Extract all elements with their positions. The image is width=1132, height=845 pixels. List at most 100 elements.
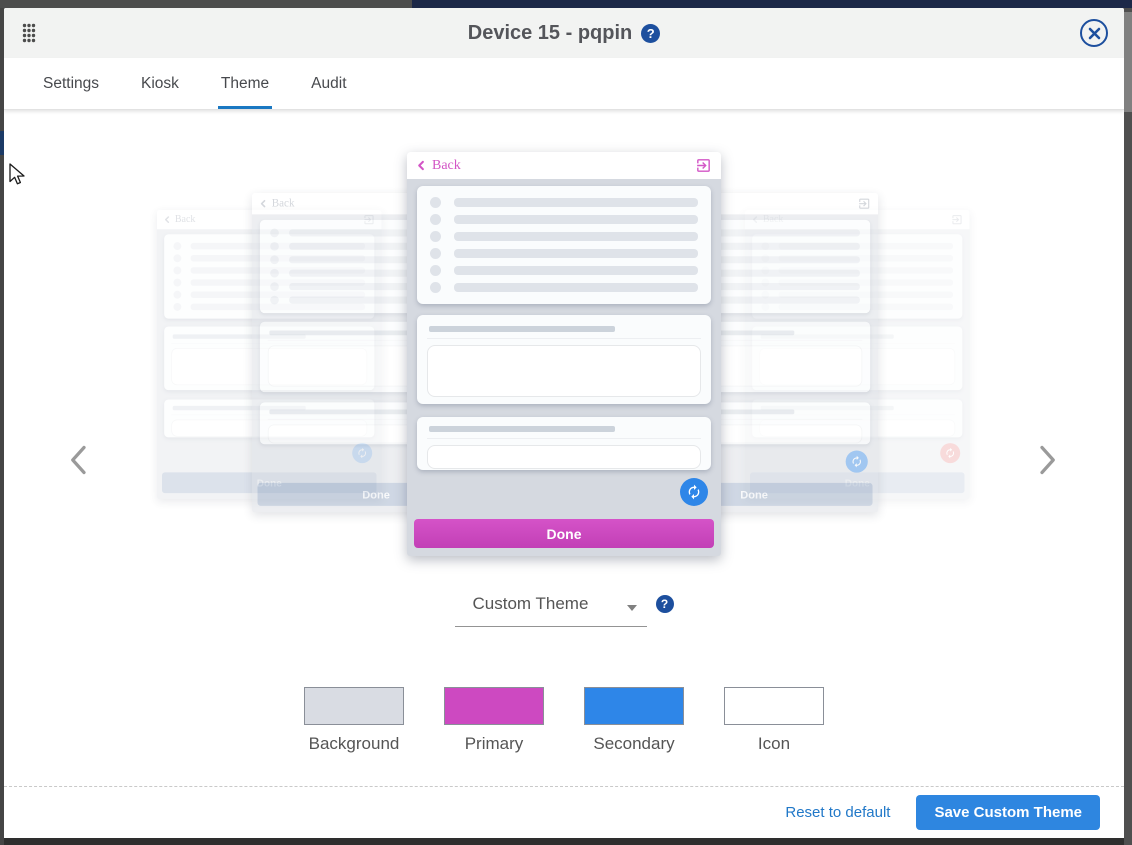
field-label-bar [269, 330, 416, 335]
tab-bar: Settings Kiosk Theme Audit [4, 58, 1124, 110]
bullet-dot [270, 255, 279, 264]
device-modal: Device 15 - pqpin ? Settings Kiosk Theme… [4, 8, 1124, 838]
field-label-bar [429, 326, 615, 332]
refresh-button [846, 451, 868, 473]
modal-footer: Reset to default Save Custom Theme [4, 786, 1124, 838]
text-bar [454, 232, 698, 241]
back-label: Back [432, 158, 461, 174]
bullet-dot [173, 291, 181, 299]
theme-select-row: Custom Theme ? [4, 592, 1124, 627]
bullet-dot [173, 254, 181, 262]
carousel-prev-button[interactable] [64, 440, 100, 480]
bullet-dot [173, 242, 181, 250]
tab-settings[interactable]: Settings [40, 59, 102, 109]
bullet-dot [430, 214, 441, 225]
field-label-bar [269, 409, 416, 414]
swatch-label: Background [309, 734, 400, 754]
chevron-down-icon [627, 605, 637, 611]
theme-carousel: Back [4, 110, 1124, 580]
page-scrollbar[interactable] [1124, 12, 1132, 112]
swatch-background-color[interactable] [304, 687, 404, 725]
signin-icon [695, 157, 712, 174]
swatch-label: Icon [758, 734, 790, 754]
refresh-icon [686, 484, 702, 500]
bullet-dot [430, 282, 441, 293]
bullet-dot [173, 266, 181, 274]
swatch-primary-color[interactable] [444, 687, 544, 725]
form-card [417, 315, 711, 404]
carousel-next-button[interactable] [1032, 440, 1068, 480]
done-button: Done [414, 519, 714, 548]
tab-audit[interactable]: Audit [308, 59, 349, 109]
help-icon[interactable]: ? [641, 24, 660, 43]
input-box [427, 345, 701, 397]
bullet-dot [173, 279, 181, 287]
swatch-secondary: Secondary [581, 687, 687, 754]
modal-title: Device 15 - pqpin ? [468, 22, 661, 45]
swatch-secondary-color[interactable] [584, 687, 684, 725]
theme-select-value: Custom Theme [473, 594, 589, 614]
chevron-right-icon [1032, 442, 1062, 478]
bullet-dot [270, 242, 279, 251]
back-label: Back [272, 197, 295, 210]
bullet-dot [430, 265, 441, 276]
theme-select[interactable]: Custom Theme [455, 592, 647, 627]
refresh-button [680, 478, 708, 506]
back-chevron-icon [416, 159, 427, 172]
page-background [0, 0, 412, 8]
bullet-dot [270, 269, 279, 278]
tab-theme[interactable]: Theme [218, 59, 272, 109]
divider [427, 438, 701, 439]
swatch-icon-color[interactable] [724, 687, 824, 725]
back-chevron-icon [163, 215, 171, 224]
signin-icon [951, 214, 963, 226]
bullet-dot [270, 229, 279, 238]
bullet-dot [270, 282, 279, 291]
text-bar [454, 215, 698, 224]
bullet-dot [270, 296, 279, 305]
text-bar [454, 266, 698, 275]
reset-default-link[interactable]: Reset to default [785, 804, 890, 821]
preview-body: Done [407, 179, 721, 556]
back-button: Back [259, 197, 294, 210]
close-button[interactable] [1080, 19, 1108, 47]
refresh-button [940, 443, 960, 463]
help-icon-theme[interactable]: ? [656, 595, 674, 613]
refresh-icon [944, 447, 955, 458]
swatch-icon: Icon [721, 687, 827, 754]
bullet-dot [430, 248, 441, 259]
input-box [427, 445, 701, 469]
theme-tab-content: Back [4, 110, 1124, 786]
swatch-row: Background Primary Secondary Icon [4, 687, 1124, 754]
modal-title-text: Device 15 - pqpin [468, 22, 633, 45]
swatch-background: Background [301, 687, 407, 754]
text-bar [454, 283, 698, 292]
divider [427, 338, 701, 339]
signin-icon [858, 197, 871, 210]
page-background [1124, 8, 1132, 845]
bullet-dot [430, 197, 441, 208]
save-theme-button[interactable]: Save Custom Theme [916, 795, 1100, 830]
list-card [417, 186, 711, 304]
modal-header: Device 15 - pqpin ? [4, 8, 1124, 58]
form-card [417, 417, 711, 470]
text-bar [454, 249, 698, 258]
theme-preview-current: Back [407, 152, 721, 556]
back-label: Back [175, 214, 196, 225]
drag-handle-icon[interactable] [22, 23, 36, 48]
preview-header: Back [407, 152, 721, 179]
close-icon [1088, 27, 1101, 40]
tab-kiosk[interactable]: Kiosk [138, 59, 182, 109]
swatch-label: Primary [465, 734, 524, 754]
chevron-left-icon [64, 442, 94, 478]
back-button: Back [163, 214, 195, 225]
swatch-primary: Primary [441, 687, 547, 754]
refresh-icon [850, 455, 863, 468]
swatch-label: Secondary [593, 734, 674, 754]
bullet-dot [430, 231, 441, 242]
field-label-bar [429, 426, 615, 432]
text-bar [454, 198, 698, 207]
page-background [4, 838, 1124, 845]
back-chevron-icon [259, 199, 268, 209]
bullet-dot [173, 303, 181, 311]
